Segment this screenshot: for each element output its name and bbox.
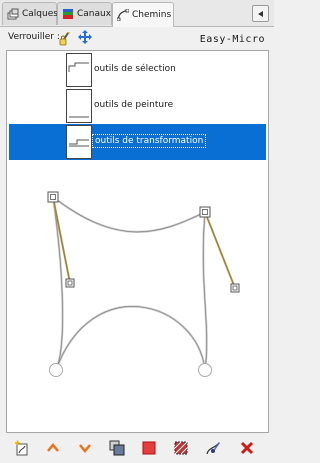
paint-along-path-button[interactable] — [202, 437, 224, 459]
lock-stroke-icon[interactable] — [58, 30, 72, 49]
duplicate-icon — [109, 440, 125, 456]
paths-list: outils de sélection outils de peinture o… — [6, 50, 269, 433]
list-item[interactable]: outils de peinture — [9, 88, 266, 124]
arrow-down-icon — [79, 444, 91, 453]
paths-toolbar — [0, 434, 274, 463]
dock-tab-bar: Calques Canaux Chemins — [0, 0, 274, 27]
tab-calques-label: Calques — [22, 9, 58, 19]
list-item-selected[interactable]: outils de transformation — [9, 124, 266, 160]
lock-position-icon[interactable] — [78, 30, 92, 47]
path-to-selection-icon — [142, 441, 156, 455]
brand-watermark: Easy-Micro — [199, 34, 265, 45]
dock-menu-button[interactable] — [252, 5, 269, 22]
tab-canaux[interactable]: Canaux — [57, 2, 112, 25]
tab-canaux-label: Canaux — [77, 9, 112, 19]
new-path-button[interactable] — [11, 437, 33, 459]
channels-icon — [63, 9, 73, 19]
path-thumbnail — [66, 125, 92, 159]
raise-path-button[interactable] — [42, 437, 64, 459]
layers-icon — [7, 8, 19, 20]
tab-calques[interactable]: Calques — [2, 2, 58, 25]
path-thumbnail — [66, 89, 92, 123]
path-label: outils de peinture — [94, 100, 174, 110]
triangle-left-icon — [257, 10, 263, 17]
lower-path-button[interactable] — [74, 437, 96, 459]
path-to-selection-button[interactable] — [138, 437, 160, 459]
lock-row: Verrouiller : Easy-Micro — [0, 27, 274, 49]
delete-path-button[interactable] — [236, 437, 258, 459]
path-preview — [47, 191, 240, 377]
delete-icon — [240, 441, 254, 455]
tab-chemins-label: Chemins — [132, 10, 172, 20]
arrow-up-icon — [47, 443, 59, 452]
duplicate-path-button[interactable] — [106, 437, 128, 459]
path-thumbnail — [66, 53, 92, 87]
path-label: outils de sélection — [94, 64, 176, 74]
path-label: outils de transformation — [91, 134, 207, 148]
lock-label: Verrouiller : — [8, 32, 60, 42]
selection-to-path-button[interactable] — [170, 437, 192, 459]
paint-path-icon — [206, 442, 220, 455]
tab-chemins[interactable]: Chemins — [112, 2, 174, 27]
new-path-icon — [15, 440, 28, 456]
selection-to-path-icon — [174, 441, 188, 455]
list-item[interactable]: outils de sélection — [9, 52, 266, 88]
paths-icon — [117, 9, 129, 21]
